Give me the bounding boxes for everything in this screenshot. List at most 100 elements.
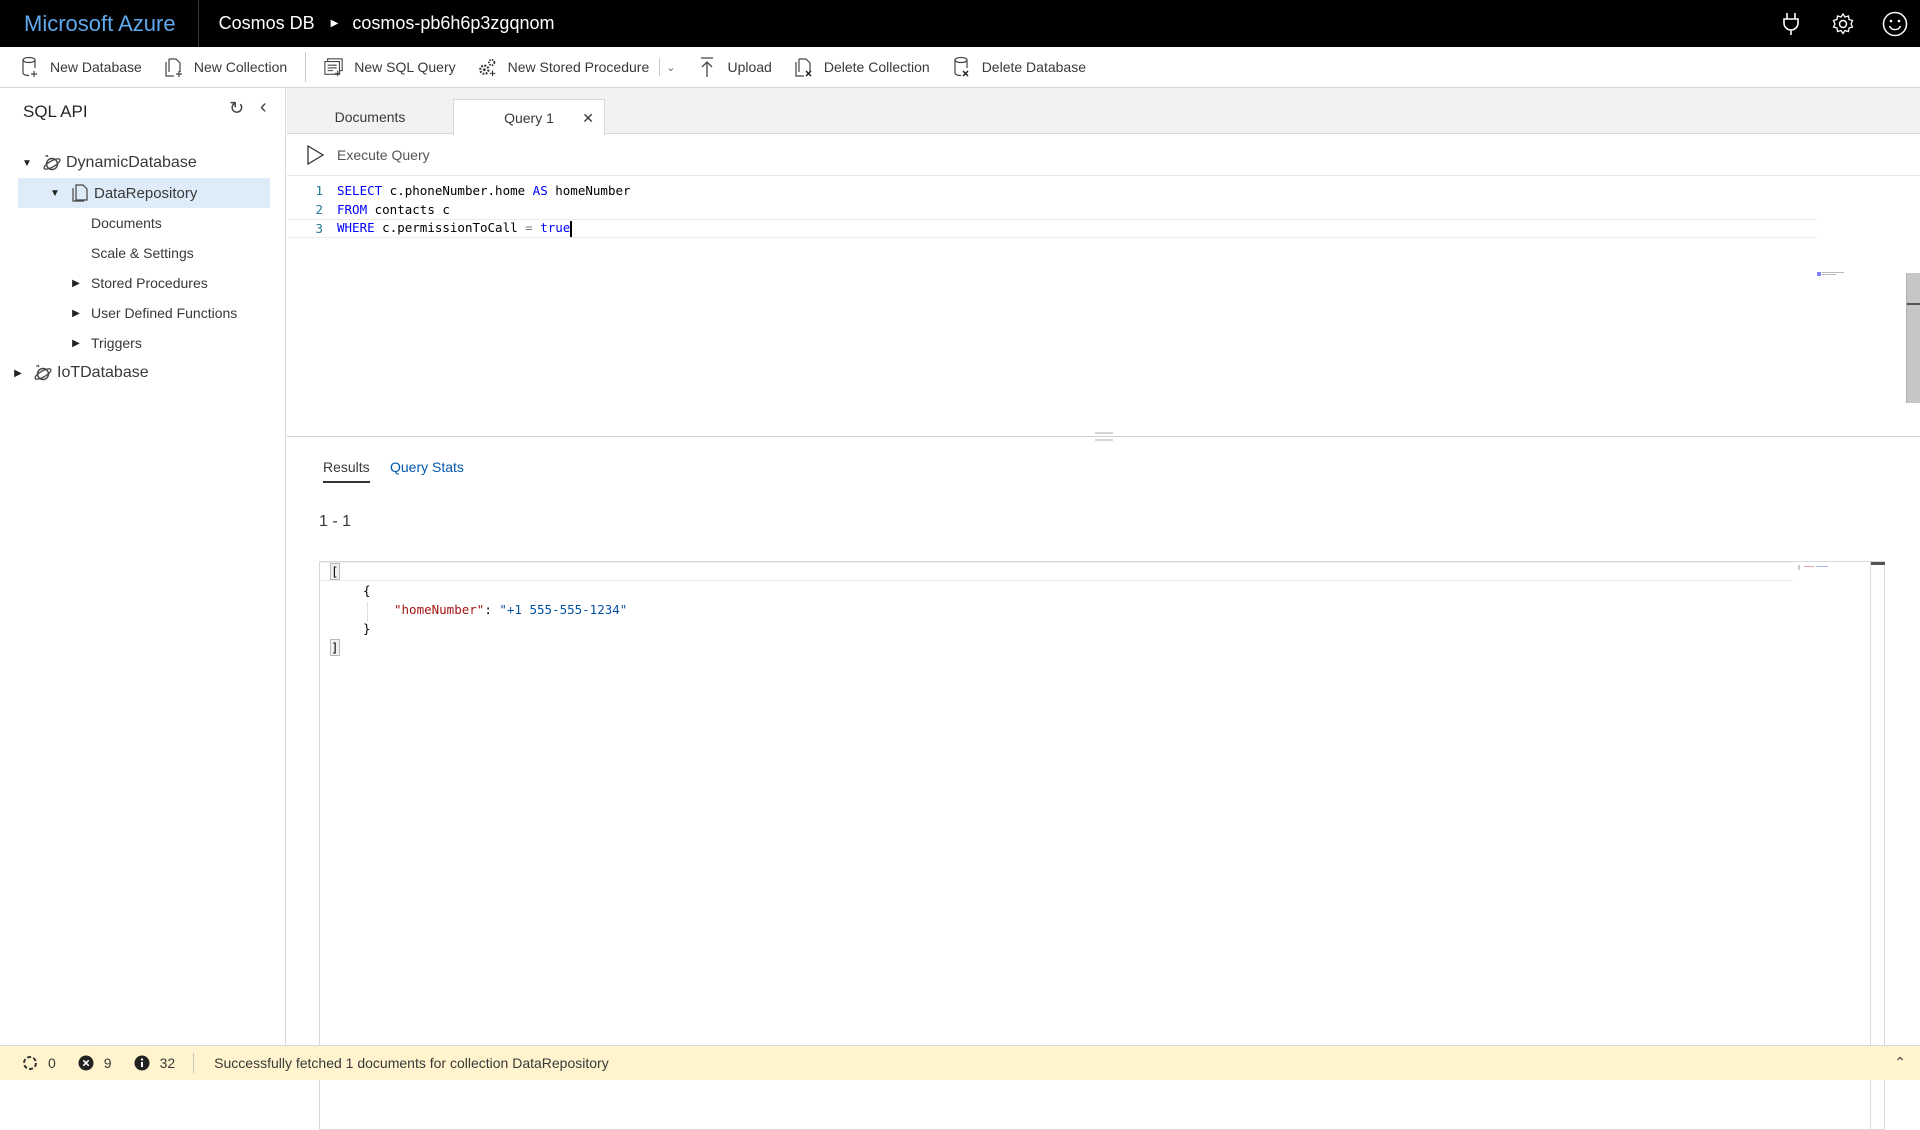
gears-add-icon <box>478 56 498 78</box>
results-minimap[interactable] <box>1798 565 1832 571</box>
tree-label: Scale & Settings <box>91 245 194 261</box>
tree-item-dynamicdatabase[interactable]: ▼ DynamicDatabase <box>18 148 270 178</box>
error-count: 9 <box>103 1055 112 1071</box>
breadcrumb-arrow-icon: ▶ <box>330 18 339 29</box>
tree-label: Documents <box>91 215 162 231</box>
tab-documents[interactable]: Documents <box>287 99 453 135</box>
new-stored-procedure-button[interactable]: New Stored Procedure <box>478 47 650 88</box>
sql-text: c.permissionToCall <box>374 220 526 236</box>
upload-button[interactable]: Upload <box>697 47 772 88</box>
collapse-sidebar-icon[interactable]: ‹ <box>260 96 267 119</box>
delete-collection-button[interactable]: Delete Collection <box>794 47 930 88</box>
tab-label: Query 1 <box>504 109 554 126</box>
json-brace: { <box>363 583 371 598</box>
new-collection-label: New Collection <box>193 59 288 75</box>
close-icon[interactable]: ✕ <box>582 110 594 127</box>
error-icon <box>78 1055 94 1071</box>
resource-tree-sidebar: SQL API ↻ ‹ ▼ DynamicDatabase ▼ DataRepo… <box>0 88 286 1045</box>
play-icon <box>307 144 325 165</box>
error-notifications[interactable]: 9 <box>78 1055 112 1071</box>
refresh-icon[interactable]: ↻ <box>229 98 244 119</box>
upload-icon <box>697 56 717 78</box>
tree-label: User Defined Functions <box>91 305 238 321</box>
pending-count: 0 <box>48 1055 56 1071</box>
tab-results[interactable]: Results <box>323 459 370 483</box>
database-delete-icon <box>952 56 972 78</box>
smiley-feedback-icon[interactable] <box>1882 11 1908 37</box>
results-scrollbar[interactable] <box>1870 562 1885 1129</box>
results-count: 1 - 1 <box>319 513 352 530</box>
tab-bar: Documents Query 1 ✕ <box>287 88 1920 135</box>
json-value: "+1 555-555-1234" <box>499 602 628 617</box>
sql-operator: = <box>525 220 533 236</box>
header-actions <box>1778 0 1908 47</box>
editor-scrollbar[interactable] <box>1906 273 1920 403</box>
code-line: 1 SELECT c.phoneNumber.home AS homeNumbe… <box>287 181 1817 200</box>
sql-text: c.phoneNumber.home <box>382 183 533 198</box>
caret-down-icon[interactable]: ▼ <box>48 188 62 199</box>
tree-item-scale-settings[interactable]: Scale & Settings <box>18 238 270 268</box>
tree-item-documents[interactable]: Documents <box>18 208 270 238</box>
json-line: ] <box>320 638 1793 657</box>
command-toolbar: New Database New Collection New SQL Quer… <box>0 47 1920 88</box>
caret-right-icon[interactable]: ▶ <box>69 278 83 289</box>
new-database-label: New Database <box>50 59 142 75</box>
sql-query-editor[interactable]: 1 SELECT c.phoneNumber.home AS homeNumbe… <box>287 176 1920 441</box>
tab-query-stats[interactable]: Query Stats <box>390 459 464 475</box>
sql-keyword: true <box>540 220 571 236</box>
editor-minimap[interactable] <box>1817 272 1847 276</box>
tree-item-datarepository[interactable]: ▼ DataRepository <box>18 178 270 208</box>
json-key: "homeNumber" <box>394 602 485 617</box>
caret-down-icon[interactable]: ▼ <box>20 158 34 169</box>
tab-query-1[interactable]: Query 1 ✕ <box>453 99 605 135</box>
delete-database-label: Delete Database <box>981 59 1086 75</box>
new-collection-button[interactable]: New Collection <box>164 47 287 88</box>
results-panel: Results Query Stats 1 - 1 [ { "homeNumbe… <box>287 437 1920 1130</box>
code-line: 2 FROM contacts c <box>287 200 1817 219</box>
collection-add-icon <box>164 56 184 78</box>
caret-right-icon[interactable]: ▶ <box>69 308 83 319</box>
tree-item-iotdatabase[interactable]: ▶ IoTDatabase <box>9 358 270 388</box>
database-planet-icon <box>33 363 53 383</box>
tree-label: DynamicDatabase <box>66 154 197 171</box>
execute-query-label: Execute Query <box>337 146 430 163</box>
sql-query-icon <box>324 56 344 78</box>
tree-item-user-defined-functions[interactable]: ▶ User Defined Functions <box>18 298 270 328</box>
caret-right-icon[interactable]: ▶ <box>11 368 25 379</box>
collection-icon <box>70 183 90 203</box>
pending-notifications[interactable]: 0 <box>22 1055 56 1071</box>
new-stored-procedure-label: New Stored Procedure <box>507 59 650 75</box>
line-number: 1 <box>315 183 323 198</box>
tree-label: Triggers <box>91 335 142 351</box>
json-line: } <box>320 619 1793 638</box>
database-planet-icon <box>42 153 62 173</box>
text-caret <box>570 220 573 237</box>
sql-text: contacts c <box>367 202 450 217</box>
notification-status-bar[interactable]: 0 9 32 Successfully fetched 1 documents … <box>0 1045 1920 1080</box>
line-number: 3 <box>315 221 323 236</box>
info-notifications[interactable]: 32 <box>134 1055 175 1071</box>
new-database-button[interactable]: New Database <box>20 47 142 88</box>
sql-keyword: FROM <box>337 202 368 217</box>
code-line-current: 3 WHERE c.permissionToCall = true <box>287 219 1817 238</box>
breadcrumb-account[interactable]: cosmos-pb6h6p3zgqnom <box>352 13 554 34</box>
json-line: { <box>320 581 1793 600</box>
json-colon: : <box>484 602 500 617</box>
plug-icon[interactable] <box>1778 11 1804 37</box>
breadcrumb: Cosmos DB ▶ cosmos-pb6h6p3zgqnom <box>219 13 555 34</box>
caret-right-icon[interactable]: ▶ <box>69 338 83 349</box>
json-line: "homeNumber": "+1 555-555-1234" <box>320 600 1793 619</box>
json-bracket: [ <box>330 563 340 580</box>
new-sql-query-button[interactable]: New SQL Query <box>324 47 456 88</box>
brand-title[interactable]: Microsoft Azure <box>0 0 199 47</box>
tree-item-triggers[interactable]: ▶ Triggers <box>18 328 270 358</box>
gear-icon[interactable] <box>1830 11 1856 37</box>
delete-database-button[interactable]: Delete Database <box>952 47 1086 88</box>
new-sql-query-label: New SQL Query <box>354 59 456 75</box>
tree-item-stored-procedures[interactable]: ▶ Stored Procedures <box>18 268 270 298</box>
chevron-down-icon[interactable]: ⌄ <box>666 61 675 74</box>
breadcrumb-service[interactable]: Cosmos DB <box>219 13 315 34</box>
chevron-up-icon[interactable]: ⌃ <box>1894 1054 1906 1071</box>
top-header: Microsoft Azure Cosmos DB ▶ cosmos-pb6h6… <box>0 0 1920 47</box>
execute-query-button[interactable]: Execute Query <box>305 144 430 166</box>
